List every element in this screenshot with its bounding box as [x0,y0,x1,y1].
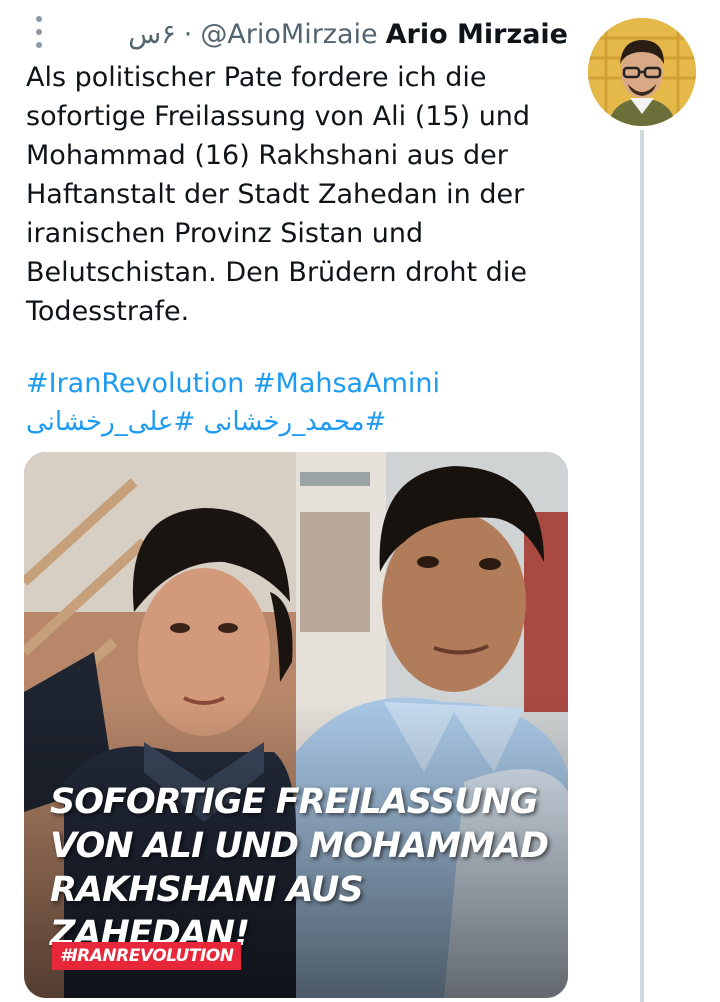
thread-line [640,130,644,1002]
more-options-icon[interactable] [32,16,46,48]
persian-hashtags-link[interactable]: #محمد_رخشانی #علی_رخشانی [26,404,386,440]
tweet-header: ۶س · @ArioMirzaie Ario Mirzaie [128,14,568,54]
author-handle[interactable]: @ArioMirzaie [200,19,377,50]
tweet-image[interactable]: SOFORTIGE FREILASSUNG VON ALI UND MOHAMM… [24,452,568,998]
avatar-photo [588,18,696,126]
hashtag-badge: #IRANREVOLUTION [52,942,242,970]
more-dot [36,42,42,48]
more-dot [36,16,42,22]
image-overlay-text: SOFORTIGE FREILASSUNG VON ALI UND MOHAMM… [50,780,550,956]
tweet-time[interactable]: ۶س [128,19,175,50]
overlay-line-1: SOFORTIGE FREILASSUNG [50,782,539,822]
overlay-line-2: VON ALI UND MOHAMMAD [50,826,549,866]
separator-dot: · [183,18,193,50]
tweet-text: Als politischer Pate fordere ich die sof… [26,62,531,327]
author-name[interactable]: Ario Mirzaie [386,19,568,50]
more-dot [36,29,42,35]
hashtags-link[interactable]: #IranRevolution #MahsaAmini [26,366,440,402]
avatar[interactable] [588,18,696,126]
